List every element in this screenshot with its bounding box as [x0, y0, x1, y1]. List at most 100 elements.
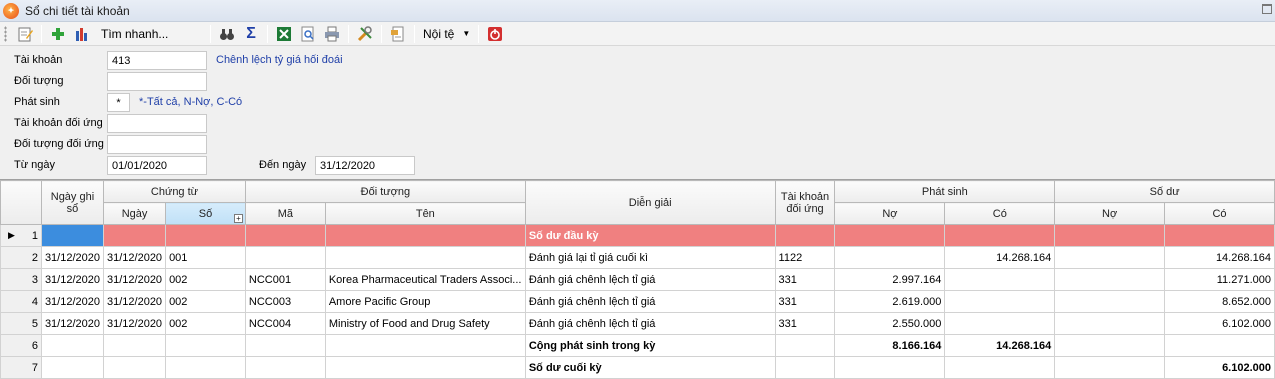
description-cell[interactable]: Số dư cuối kỳ — [524, 356, 776, 379]
balance-debit-cell[interactable] — [1054, 334, 1166, 357]
voucher-no-header[interactable]: Số + — [165, 202, 246, 225]
credit-cell[interactable]: 14.268.164 — [944, 246, 1056, 269]
balance-debit-cell[interactable] — [1054, 312, 1166, 335]
entry-date-cell[interactable]: 31/12/2020 — [40, 290, 105, 313]
chart-icon[interactable] — [72, 24, 92, 44]
debit-cell[interactable]: 8.166.164 — [834, 334, 946, 357]
entry-date-cell[interactable] — [40, 334, 105, 357]
contra-account-cell[interactable]: 331 — [774, 290, 836, 313]
object-code-cell[interactable] — [244, 224, 326, 247]
voucher-no-cell[interactable] — [165, 224, 246, 247]
contra-account-cell[interactable]: 1122 — [774, 246, 836, 269]
row-number[interactable]: 4 — [0, 290, 42, 313]
voucher-no-cell[interactable]: 002 — [165, 268, 246, 291]
description-cell[interactable]: Đánh giá chênh lệch tỉ giá — [524, 268, 776, 291]
quick-search-input[interactable] — [98, 23, 202, 44]
entry-date-cell[interactable] — [40, 356, 105, 379]
object-code-cell[interactable] — [244, 334, 326, 357]
entry-date-cell[interactable] — [40, 224, 105, 247]
add-icon[interactable] — [48, 24, 68, 44]
balance-debit-cell[interactable] — [1054, 224, 1166, 247]
voucher-date-cell[interactable] — [102, 356, 167, 379]
credit-cell[interactable]: 14.268.164 — [944, 334, 1056, 357]
currency-dropdown[interactable]: Nội tệ ▼ — [423, 27, 470, 41]
voucher-no-cell[interactable]: 002 — [165, 290, 246, 313]
debit-cell[interactable]: 2.550.000 — [834, 312, 946, 335]
object-code-cell[interactable] — [244, 246, 326, 269]
debit-cell[interactable]: 2.619.000 — [834, 290, 946, 313]
description-header[interactable]: Diễn giải — [524, 180, 776, 225]
table-row[interactable]: 7 Số dư cuối kỳ 6.102.000 — [0, 356, 1275, 379]
balance-debit-cell[interactable] — [1054, 268, 1166, 291]
balance-credit-cell[interactable]: 8.652.000 — [1164, 290, 1275, 313]
object-code-cell[interactable]: NCC003 — [244, 290, 326, 313]
contra-object-input[interactable] — [107, 135, 207, 154]
table-row[interactable]: ▶ 1 Số dư đầu kỳ — [0, 224, 1275, 247]
table-row[interactable]: 3 31/12/2020 31/12/2020 002 NCC001 Korea… — [0, 268, 1275, 291]
object-name-cell[interactable]: Amore Pacific Group — [324, 290, 526, 313]
from-date-input[interactable] — [107, 156, 207, 175]
expand-icon[interactable]: + — [233, 214, 243, 223]
voucher-no-cell[interactable]: 002 — [165, 312, 246, 335]
debit-cell[interactable] — [834, 356, 946, 379]
maximize-icon[interactable] — [1262, 4, 1272, 14]
balance-debit-cell[interactable] — [1054, 246, 1166, 269]
print-icon[interactable] — [322, 24, 342, 44]
balance-debit-header[interactable]: Nợ — [1054, 202, 1166, 225]
row-number[interactable]: ▶ 1 — [0, 224, 42, 247]
contra-account-cell[interactable] — [774, 224, 836, 247]
contra-account-cell[interactable] — [774, 334, 836, 357]
entry-date-header[interactable]: Ngày ghi sổ — [40, 180, 105, 225]
credit-cell[interactable] — [944, 312, 1056, 335]
contra-account-header[interactable]: Tài khoản đối ứng — [774, 180, 836, 225]
credit-cell[interactable] — [944, 268, 1056, 291]
power-icon[interactable] — [485, 24, 505, 44]
object-name-cell[interactable]: Ministry of Food and Drug Safety — [324, 312, 526, 335]
voucher-date-cell[interactable]: 31/12/2020 — [102, 268, 167, 291]
table-row[interactable]: 2 31/12/2020 31/12/2020 001 Đánh giá lại… — [0, 246, 1275, 269]
contra-account-cell[interactable] — [774, 356, 836, 379]
row-number[interactable]: 5 — [0, 312, 42, 335]
voucher-date-cell[interactable] — [102, 334, 167, 357]
voucher-date-cell[interactable]: 31/12/2020 — [102, 312, 167, 335]
object-input[interactable] — [107, 72, 207, 91]
arising-debit-header[interactable]: Nợ — [834, 202, 946, 225]
binoculars-icon[interactable] — [217, 24, 237, 44]
object-code-header[interactable]: Mã — [244, 202, 326, 225]
row-number[interactable]: 2 — [0, 246, 42, 269]
balance-credit-cell[interactable]: 14.268.164 — [1164, 246, 1275, 269]
voucher-no-cell[interactable]: 001 — [165, 246, 246, 269]
voucher-no-cell[interactable] — [165, 356, 246, 379]
contra-account-cell[interactable]: 331 — [774, 268, 836, 291]
debit-cell[interactable]: 2.997.164 — [834, 268, 946, 291]
toolbar-grip[interactable] — [4, 25, 7, 42]
description-cell[interactable]: Đánh giá lại tỉ giá cuối kì — [524, 246, 776, 269]
arising-input[interactable] — [107, 93, 130, 112]
object-name-cell[interactable] — [324, 334, 526, 357]
preview-icon[interactable] — [298, 24, 318, 44]
debit-cell[interactable] — [834, 246, 946, 269]
object-code-cell[interactable]: NCC001 — [244, 268, 326, 291]
contra-account-input[interactable] — [107, 114, 207, 133]
entry-date-cell[interactable]: 31/12/2020 — [40, 312, 105, 335]
balance-credit-cell[interactable] — [1164, 224, 1275, 247]
object-name-cell[interactable] — [324, 246, 526, 269]
description-cell[interactable]: Cộng phát sinh trong kỳ — [524, 334, 776, 357]
table-row[interactable]: 6 Cộng phát sinh trong kỳ 8.166.164 14.2… — [0, 334, 1275, 357]
table-row[interactable]: 5 31/12/2020 31/12/2020 002 NCC004 Minis… — [0, 312, 1275, 335]
balance-debit-cell[interactable] — [1054, 356, 1166, 379]
balance-credit-cell[interactable]: 6.102.000 — [1164, 356, 1275, 379]
description-cell[interactable]: Đánh giá chênh lệch tỉ giá — [524, 290, 776, 313]
voucher-date-cell[interactable]: 31/12/2020 — [102, 246, 167, 269]
voucher-date-cell[interactable]: 31/12/2020 — [102, 290, 167, 313]
credit-cell[interactable] — [944, 224, 1056, 247]
row-number[interactable]: 3 — [0, 268, 42, 291]
export-icon[interactable] — [388, 24, 408, 44]
object-name-cell[interactable]: Korea Pharmaceutical Traders Associ... — [324, 268, 526, 291]
balance-credit-cell[interactable]: 11.271.000 — [1164, 268, 1275, 291]
contra-account-cell[interactable]: 331 — [774, 312, 836, 335]
table-row[interactable]: 4 31/12/2020 31/12/2020 002 NCC003 Amore… — [0, 290, 1275, 313]
balance-credit-header[interactable]: Có — [1164, 202, 1275, 225]
debit-cell[interactable] — [834, 224, 946, 247]
object-code-cell[interactable]: NCC004 — [244, 312, 326, 335]
